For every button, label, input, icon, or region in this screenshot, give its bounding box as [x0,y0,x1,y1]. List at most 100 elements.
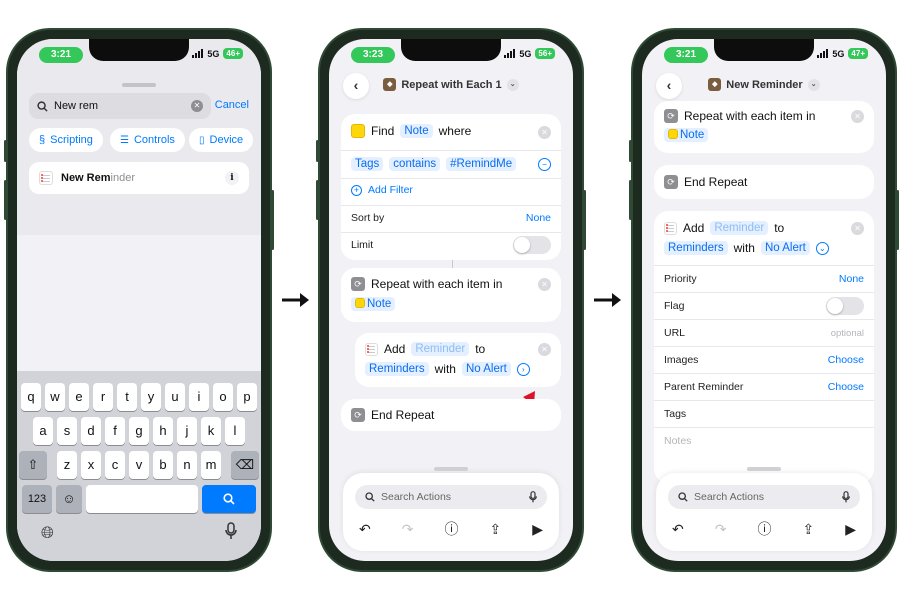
remove-action-icon[interactable]: ✕ [538,343,551,356]
panel-grabber[interactable] [747,467,781,471]
add-filter-button[interactable]: + Add Filter [351,184,551,196]
param-value[interactable]: Choose [828,354,864,366]
remove-filter-icon[interactable]: − [538,157,551,171]
add-reminder-action-expanded[interactable]: Add Reminder to ✕ Reminders with No Aler… [654,211,874,483]
key-o[interactable]: o [213,383,233,411]
space-key[interactable] [86,485,198,513]
notes-field[interactable]: Notes [664,435,864,447]
search-input[interactable]: New rem ✕ [29,93,211,119]
delete-key[interactable]: ⌫ [231,451,259,479]
undo-icon[interactable]: ↶ [672,521,684,538]
key-r[interactable]: r [93,383,113,411]
chevron-down-icon[interactable]: ⌄ [506,78,519,91]
flag-toggle[interactable] [826,297,864,315]
info-icon[interactable]: ⓘ [757,519,771,539]
repeat-action[interactable]: ⟳ Repeat with each item in ✕ Note [341,268,561,322]
numbers-key[interactable]: 123 [22,485,52,513]
tags-row[interactable]: Tags [664,408,864,420]
key-x[interactable]: x [81,451,101,479]
emoji-key[interactable]: ☺ [56,485,82,513]
remove-action-icon[interactable]: ✕ [851,222,864,235]
run-icon[interactable]: ▶ [845,521,856,538]
repeat-action[interactable]: ⟳ Repeat with each item in ✕ Note [654,101,874,153]
share-icon[interactable]: ⇪ [489,521,501,538]
search-actions-input[interactable]: Search Actions [355,485,547,509]
key-g[interactable]: g [129,417,149,445]
url-placeholder[interactable]: optional [831,328,864,339]
microphone-icon[interactable] [225,522,237,545]
remove-action-icon[interactable]: ✕ [538,278,551,291]
key-y[interactable]: y [141,383,161,411]
end-repeat-action[interactable]: ⟳ End Repeat [341,399,561,431]
key-n[interactable]: n [177,451,197,479]
alert-token[interactable]: No Alert [461,362,511,376]
key-p[interactable]: p [237,383,257,411]
collapse-chevron-icon[interactable]: ⌄ [815,241,829,255]
chip-controls[interactable]: ☰ Controls [110,128,185,152]
remove-action-icon[interactable]: ✕ [538,126,551,139]
add-reminder-action[interactable]: Add Reminder to ✕ Reminders with No Aler… [355,333,561,387]
key-w[interactable]: w [45,383,65,411]
alert-token[interactable]: No Alert [760,241,810,255]
key-q[interactable]: q [21,383,41,411]
repeat-variable-token[interactable]: Note [664,128,709,142]
key-j[interactable]: j [177,417,197,445]
url-row[interactable]: URL optional [664,327,864,339]
parent-reminder-row[interactable]: Parent Reminder Choose [664,381,864,393]
param-value[interactable]: None [839,273,864,285]
chip-device[interactable]: ▯ Device [189,128,254,152]
key-b[interactable]: b [153,451,173,479]
param-value[interactable]: Choose [828,381,864,393]
info-icon[interactable]: i [225,171,239,185]
share-icon[interactable]: ⇪ [802,521,814,538]
priority-row[interactable]: Priority None [664,273,864,285]
shortcut-title[interactable]: ◆ Repeat with Each 1 ⌄ [329,78,573,91]
note-token[interactable]: Note [400,124,433,138]
key-v[interactable]: v [129,451,149,479]
key-t[interactable]: t [117,383,137,411]
key-s[interactable]: s [57,417,77,445]
microphone-icon[interactable] [529,491,537,503]
key-k[interactable]: k [201,417,221,445]
undo-icon[interactable]: ↶ [359,521,371,538]
param-value[interactable]: None [526,212,551,224]
find-notes-action[interactable]: Find Note where ✕ Tags contains #RemindM… [341,114,561,260]
remove-action-icon[interactable]: ✕ [851,110,864,123]
images-row[interactable]: Images Choose [664,354,864,366]
reminder-title-token[interactable]: Reminder [411,342,470,356]
sheet-grabber[interactable] [122,83,156,87]
redo-icon[interactable]: ↷ [402,521,414,538]
list-token[interactable]: Reminders [365,362,429,376]
filter-op-token[interactable]: contains [389,157,441,171]
reminder-title-token[interactable]: Reminder [710,221,769,235]
key-a[interactable]: a [33,417,53,445]
cancel-button[interactable]: Cancel [215,99,249,111]
result-new-reminder[interactable]: New Reminder i [29,162,249,194]
key-l[interactable]: l [225,417,245,445]
redo-icon[interactable]: ↷ [715,521,727,538]
sort-by-row[interactable]: Sort by None [351,212,551,224]
key-u[interactable]: u [165,383,185,411]
chevron-down-icon[interactable]: ⌄ [807,78,820,91]
key-d[interactable]: d [81,417,101,445]
key-h[interactable]: h [153,417,173,445]
limit-toggle[interactable] [513,236,551,254]
list-token[interactable]: Reminders [664,241,728,255]
key-f[interactable]: f [105,417,125,445]
globe-icon[interactable]: 🌐︎ [41,525,54,543]
filter-value-token[interactable]: #RemindMe [446,157,517,171]
microphone-icon[interactable] [842,491,850,503]
repeat-variable-token[interactable]: Note [351,297,396,311]
search-key[interactable] [202,485,256,513]
shift-key[interactable]: ⇧ [19,451,47,479]
expand-chevron-icon[interactable]: › [516,362,530,376]
key-c[interactable]: c [105,451,125,479]
end-repeat-action[interactable]: ⟳ End Repeat [654,165,874,199]
panel-grabber[interactable] [434,467,468,471]
filter-field-token[interactable]: Tags [351,157,384,171]
shortcut-title[interactable]: ◆ New Reminder ⌄ [642,78,886,91]
key-m[interactable]: m [201,451,221,479]
key-e[interactable]: e [69,383,89,411]
key-i[interactable]: i [189,383,209,411]
key-z[interactable]: z [57,451,77,479]
